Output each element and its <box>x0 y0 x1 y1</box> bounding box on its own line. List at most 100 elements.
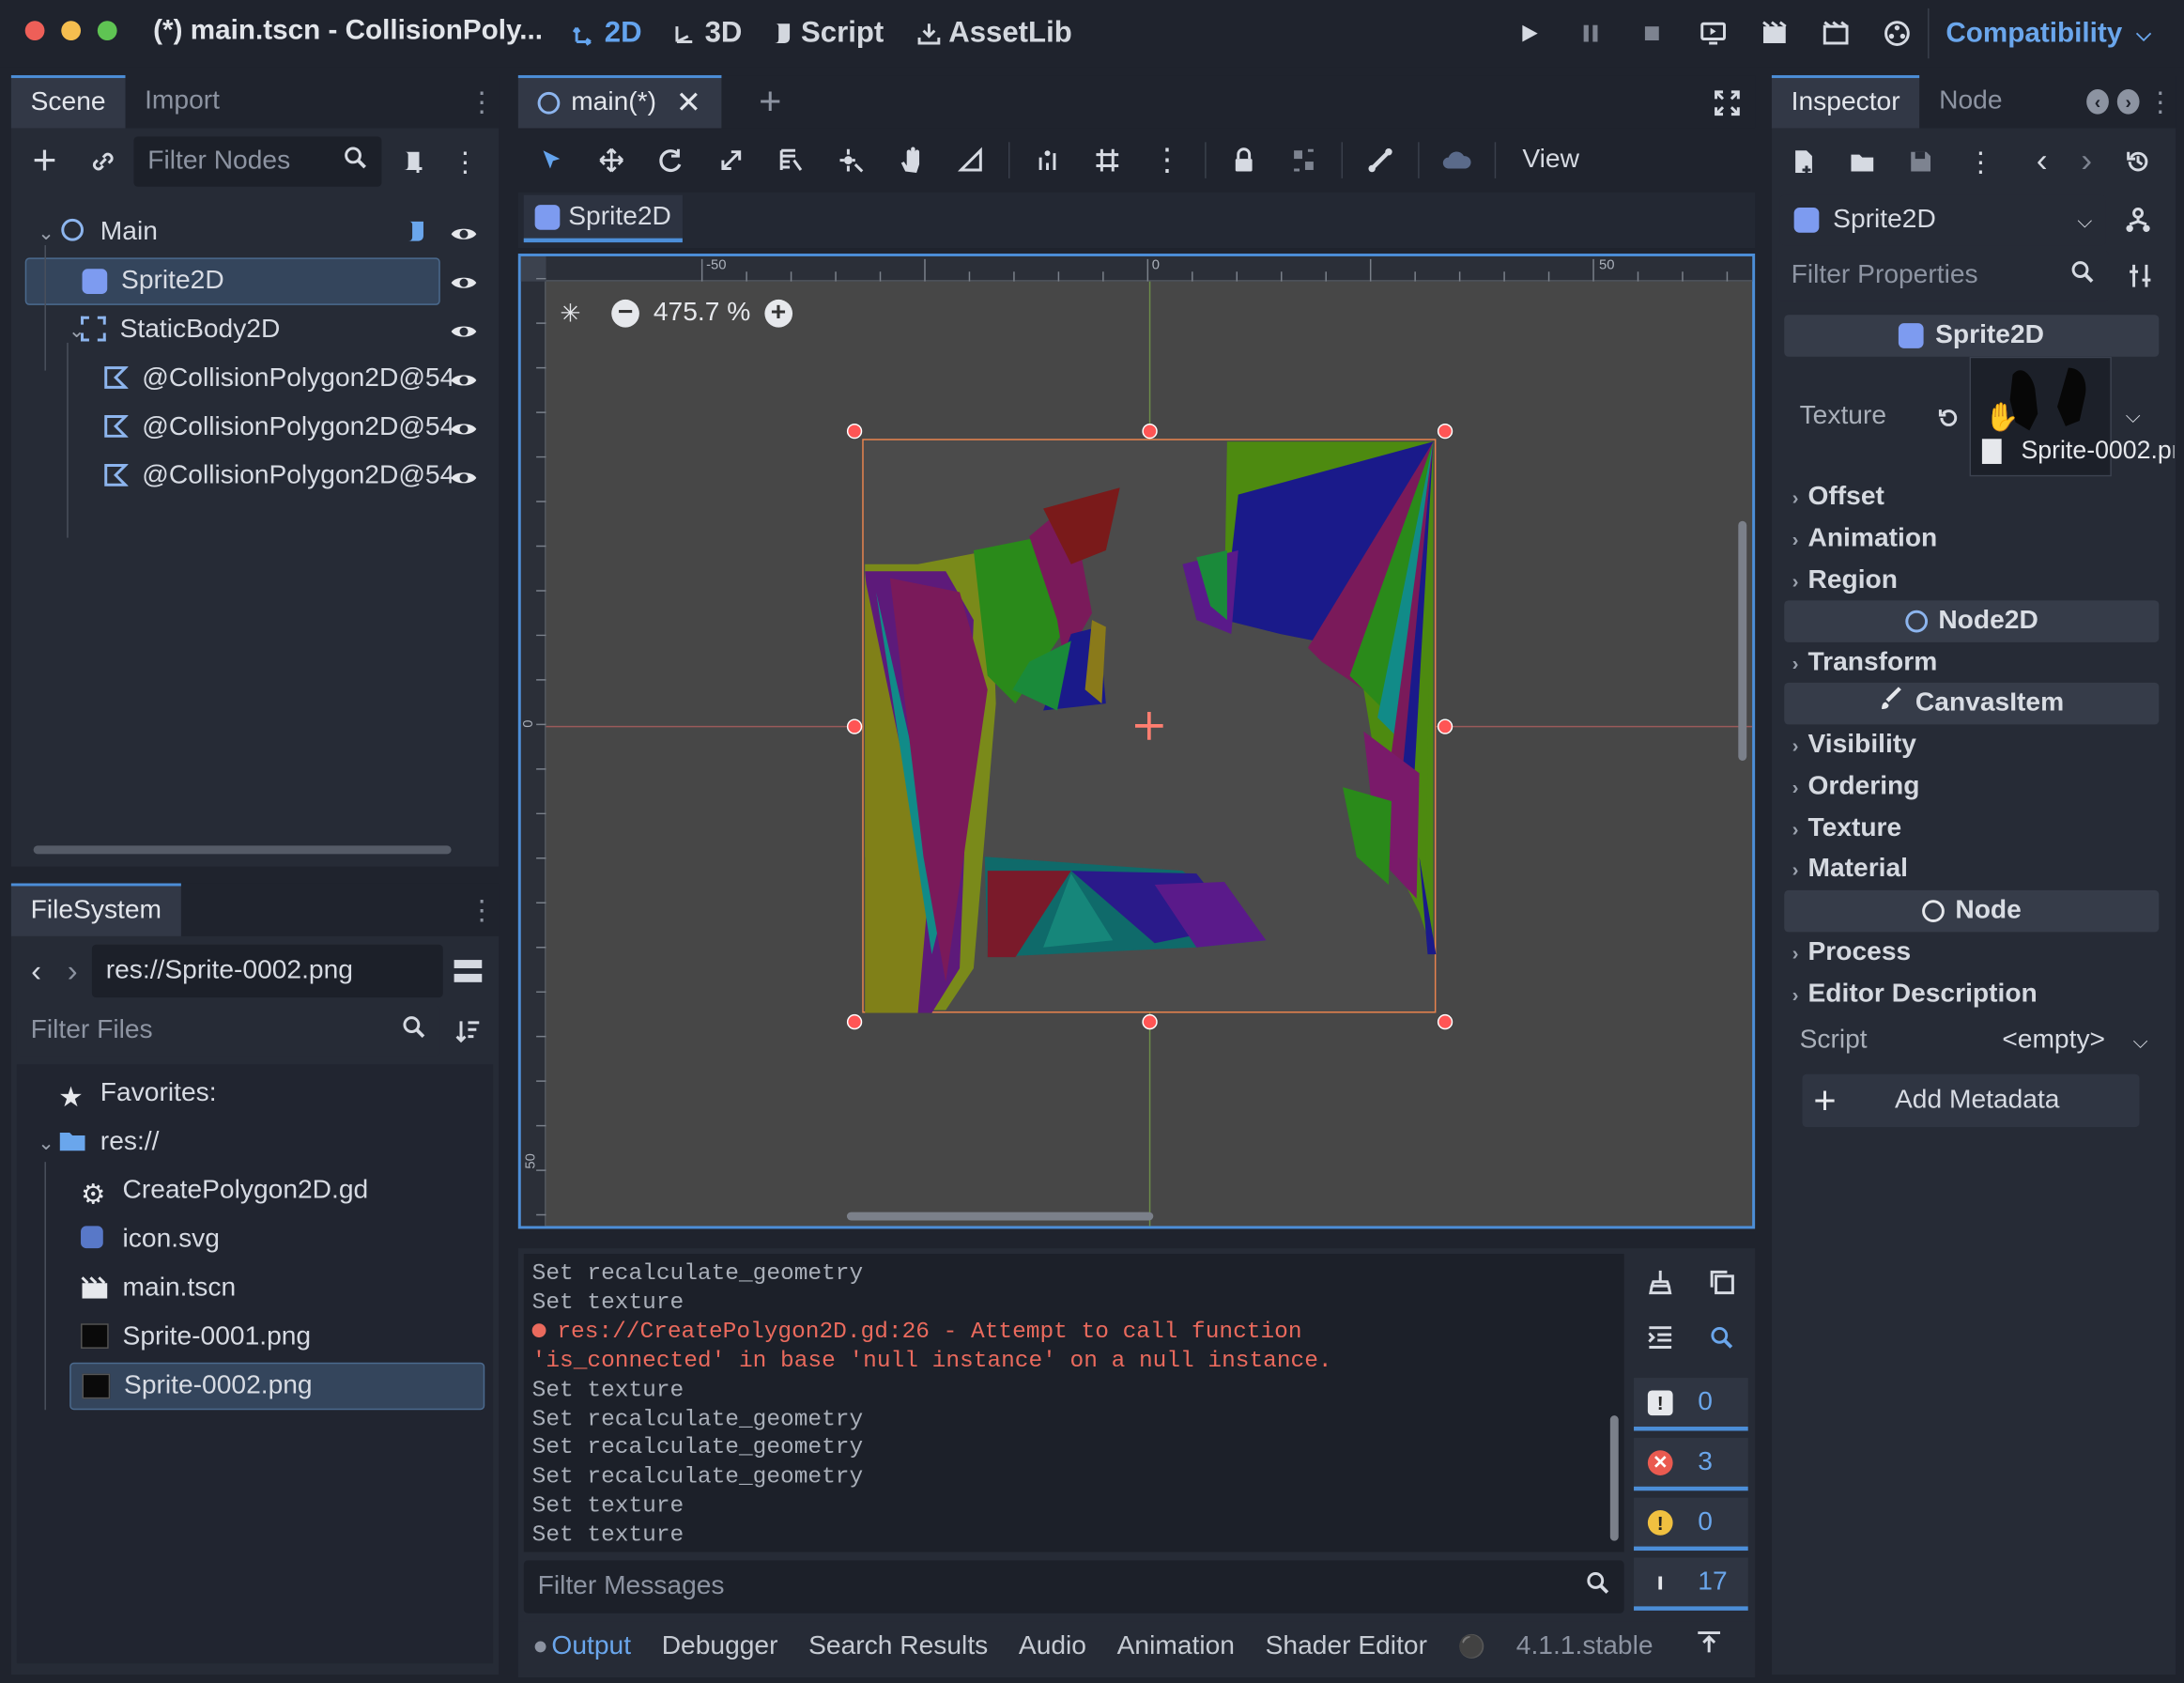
filter-messages-input[interactable]: Filter Messages <box>523 1560 1624 1614</box>
revert-icon[interactable] <box>1933 401 1964 435</box>
file-tree-item[interactable]: ⚙ CreatePolygon2D.gd <box>25 1167 485 1214</box>
file-tree-item[interactable]: ★ Favorites: <box>25 1070 485 1117</box>
property-group[interactable]: › Transform <box>1783 642 2160 685</box>
snap-options-icon[interactable]: ⋮ <box>1142 135 1192 185</box>
errors-filter-toggle[interactable]: ✕ 3 <box>1634 1437 1748 1491</box>
warnings-filter-toggle[interactable]: ! 0 <box>1634 1497 1748 1552</box>
history-icon[interactable] <box>2120 142 2157 181</box>
tab-output[interactable]: Output <box>534 1631 631 1662</box>
scene-tab-main[interactable]: main(*) ✕ <box>517 75 721 129</box>
attach-script-icon[interactable] <box>392 142 432 181</box>
property-group[interactable]: › Material <box>1783 849 2160 891</box>
play-scene-icon[interactable] <box>1749 8 1799 58</box>
tab-search-results[interactable]: Search Results <box>808 1631 988 1662</box>
file-tree-item[interactable]: Sprite-0001.png <box>25 1314 485 1361</box>
resize-handle-bl[interactable] <box>846 1013 862 1029</box>
minimize-window-button[interactable] <box>61 21 82 41</box>
play-custom-scene-icon[interactable] <box>1810 8 1860 58</box>
close-window-button[interactable] <box>24 21 45 41</box>
view-menu-button[interactable]: View <box>1509 145 1593 176</box>
add-scene-tab-icon[interactable]: + <box>749 80 792 123</box>
pan-mode-icon[interactable] <box>885 135 935 185</box>
filter-files-input[interactable]: Filter Files <box>16 1006 440 1057</box>
search-log-icon[interactable] <box>1702 1318 1742 1357</box>
resource-options-icon[interactable]: ⋮ <box>1967 142 1995 181</box>
ruler-list-icon[interactable] <box>766 135 816 185</box>
resize-handle-bc[interactable] <box>1141 1013 1157 1029</box>
workspace-script-button[interactable]: Script <box>770 12 884 54</box>
group-icon[interactable] <box>1279 135 1329 185</box>
tab-node[interactable]: Node <box>1919 75 2022 128</box>
visibility-eye-icon[interactable] <box>450 415 478 443</box>
collapse-duplicates-icon[interactable] <box>1640 1318 1680 1357</box>
resize-handle-ml[interactable] <box>846 718 862 734</box>
pivot-cross-icon[interactable] <box>1134 711 1165 742</box>
resize-handle-tc[interactable] <box>1141 423 1157 439</box>
chevron-down-icon[interactable]: ⌄ <box>34 1131 59 1154</box>
back-arrow-icon[interactable]: ‹ <box>23 950 51 993</box>
ruler-mode-icon[interactable] <box>946 135 995 185</box>
canvas-v-scrollbar[interactable] <box>1738 520 1747 761</box>
workspace-2d-button[interactable]: 2D <box>571 12 642 54</box>
file-tree-item[interactable]: icon.svg <box>25 1216 485 1263</box>
file-tree-item[interactable]: main.tscn <box>25 1265 485 1312</box>
tab-shader-editor[interactable]: Shader Editor <box>1266 1631 1427 1662</box>
canvas-viewport[interactable]: -50 0 50 0 50 ✳ − 475.7 % + <box>517 253 1756 1229</box>
visibility-eye-icon[interactable] <box>450 366 478 394</box>
add-metadata-button[interactable]: + Add Metadata <box>1802 1073 2140 1128</box>
visibility-eye-icon[interactable] <box>450 269 478 297</box>
filter-nodes-input[interactable]: Filter Nodes <box>133 136 382 187</box>
messages-filter-toggle[interactable]: ! 0 <box>1634 1378 1748 1431</box>
close-tab-icon[interactable]: ✕ <box>676 85 701 121</box>
log-area[interactable]: Set recalculate_geometry Set texture res:/… <box>523 1254 1624 1552</box>
scene-tree-item[interactable]: @CollisionPolygon2D@54 <box>25 355 485 402</box>
script-attached-icon[interactable] <box>404 217 429 254</box>
resize-handle-mr[interactable] <box>1437 718 1453 734</box>
resize-handle-br[interactable] <box>1437 1013 1453 1029</box>
canvas-h-scrollbar[interactable] <box>846 1212 1154 1221</box>
zoom-in-icon[interactable]: + <box>764 298 792 328</box>
scene-tree-item[interactable]: @CollisionPolygon2D@54 <box>25 453 485 500</box>
node-tree-icon[interactable] <box>2120 201 2157 240</box>
property-group[interactable]: › Ordering <box>1783 766 2160 809</box>
expand-panel-icon[interactable] <box>1695 1630 1723 1664</box>
scene-tree-item[interactable]: ⌄ StaticBody2D <box>25 306 485 353</box>
resize-handle-tl[interactable] <box>846 423 862 439</box>
property-group[interactable]: › Visibility <box>1783 724 2160 766</box>
filter-properties-input[interactable]: Filter Properties <box>1776 251 2109 301</box>
scene-tree-item[interactable]: @CollisionPolygon2D@54 <box>25 404 485 451</box>
pause-icon[interactable] <box>1565 8 1615 58</box>
workspace-assetlib-button[interactable]: AssetLib <box>915 12 1072 54</box>
visibility-eye-icon[interactable] <box>450 220 478 248</box>
visibility-eye-icon[interactable] <box>450 317 478 346</box>
open-resource-icon[interactable] <box>1844 142 1881 181</box>
history-back-icon[interactable]: ‹ <box>2028 142 2056 181</box>
resize-handle-tr[interactable] <box>1437 423 1453 439</box>
tab-scene[interactable]: Scene <box>10 75 126 129</box>
copy-log-icon[interactable] <box>1702 1262 1742 1302</box>
object-selector[interactable]: Sprite2D ⌵ <box>1779 194 2106 246</box>
tab-animation[interactable]: Animation <box>1117 1631 1235 1662</box>
inspector-tools-icon[interactable] <box>2123 256 2160 296</box>
property-group[interactable]: › Offset <box>1783 476 2160 518</box>
distraction-free-icon[interactable] <box>1708 84 1747 123</box>
breadcrumb[interactable]: Sprite2D <box>523 194 683 243</box>
forward-arrow-icon[interactable]: › <box>58 950 86 993</box>
tab-import[interactable]: Import <box>125 75 238 128</box>
property-group[interactable]: › Process <box>1783 932 2160 974</box>
dock-menu-icon[interactable]: ⋮ <box>2146 84 2175 120</box>
path-field[interactable]: res://Sprite-0002.png <box>91 944 443 998</box>
sort-icon[interactable] <box>452 1011 485 1051</box>
tab-audio[interactable]: Audio <box>1019 1631 1086 1662</box>
visibility-eye-icon[interactable] <box>450 464 478 492</box>
property-group[interactable]: › Animation <box>1783 518 2160 561</box>
chevron-down-icon[interactable]: ⌄ <box>34 221 59 244</box>
file-tree-item[interactable]: ⌄ res:// <box>25 1119 485 1166</box>
renderer-select[interactable]: Compatibility ⌵ <box>1928 8 2151 59</box>
property-group[interactable]: › Editor Description <box>1783 974 2160 1016</box>
remote-debug-icon[interactable] <box>1688 8 1738 58</box>
history-forward-icon[interactable]: › <box>2072 142 2100 181</box>
maximize-window-button[interactable] <box>97 21 117 41</box>
new-resource-icon[interactable] <box>1786 142 1823 181</box>
editor-messages-filter-toggle[interactable]: ı 17 <box>1634 1557 1748 1611</box>
